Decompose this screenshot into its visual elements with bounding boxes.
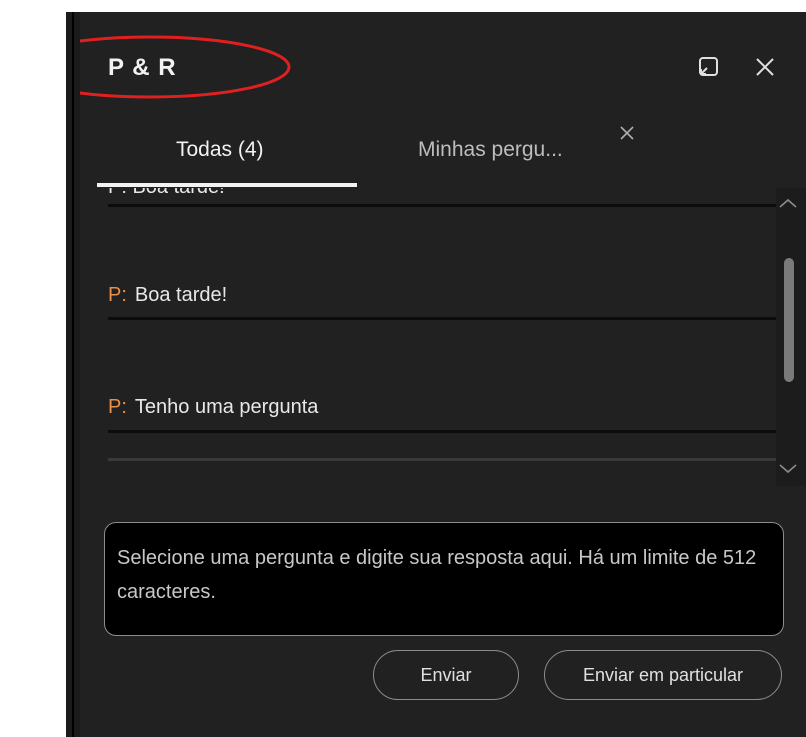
list-separator (108, 317, 778, 320)
scrollbar[interactable] (776, 188, 806, 486)
chevron-up-icon[interactable] (776, 192, 800, 216)
close-icon[interactable] (750, 52, 780, 82)
popout-icon[interactable] (694, 52, 724, 82)
tab-all[interactable]: Todas (4) (176, 138, 264, 162)
tab-my-questions[interactable]: Minhas pergu... (418, 138, 563, 162)
question-list: P: Boa tarde! P: Boa tarde! P: Tenho uma p… (108, 188, 778, 460)
question-text: Tenho uma pergunta (134, 396, 319, 418)
send-button[interactable]: Enviar (373, 650, 519, 700)
list-separator (108, 430, 778, 433)
list-separator (108, 204, 778, 207)
question-prefix: P: (108, 396, 127, 418)
send-private-button[interactable]: Enviar em particular (544, 650, 782, 700)
tab-close-icon[interactable] (618, 124, 636, 142)
page: P & R Todas (4) Minhas pergu... P: Boa t… (0, 0, 806, 737)
question-text: Boa tarde! (134, 284, 228, 306)
list-item[interactable]: P: Tenho uma pergunta (108, 396, 778, 419)
chevron-down-icon[interactable] (776, 456, 800, 480)
window-border-line (72, 12, 74, 737)
scrollbar-thumb[interactable] (784, 258, 794, 382)
list-bottom-border (108, 458, 778, 461)
active-tab-underline (97, 183, 357, 187)
list-item-partial[interactable]: P: Boa tarde! (108, 188, 225, 199)
qa-panel: P & R Todas (4) Minhas pergu... P: Boa t… (80, 12, 806, 737)
list-item[interactable]: P: Boa tarde! (108, 284, 778, 307)
question-prefix: P: (108, 284, 127, 306)
panel-title: P & R (108, 54, 177, 81)
answer-input[interactable]: Selecione uma pergunta e digite sua resp… (104, 522, 784, 636)
